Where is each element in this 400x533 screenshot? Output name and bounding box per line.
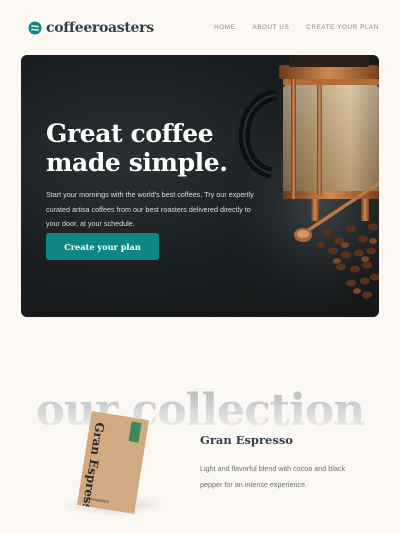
collection-heading: our collection [0,385,400,437]
logo[interactable]: coffeeroasters [28,19,154,37]
create-plan-button[interactable]: Create your plan [46,233,159,260]
product-description: Light and flavorful blend with cocoa and… [200,464,346,489]
product-name: Gran Espresso [200,433,293,447]
site-header: coffeeroasters HOME ABOUT US CREATE YOUR… [0,0,400,56]
nav-create-plan-link[interactable]: CREATE YOUR PLAN [306,24,379,31]
main-nav: HOME ABOUT US CREATE YOUR PLAN [214,24,379,31]
logo-wordmark: coffeeroasters [46,20,154,36]
hero-description: Start your mornings with the world's bes… [46,190,254,228]
nav-about-link[interactable]: ABOUT US [252,24,289,31]
french-press-image [211,55,379,317]
nav-home-link[interactable]: HOME [214,24,235,31]
hero-banner: Great coffee made simple. Start your mor… [21,55,379,317]
coffee-bean-logo-icon [28,21,42,35]
hero-title: Great coffee made simple. [46,119,228,177]
